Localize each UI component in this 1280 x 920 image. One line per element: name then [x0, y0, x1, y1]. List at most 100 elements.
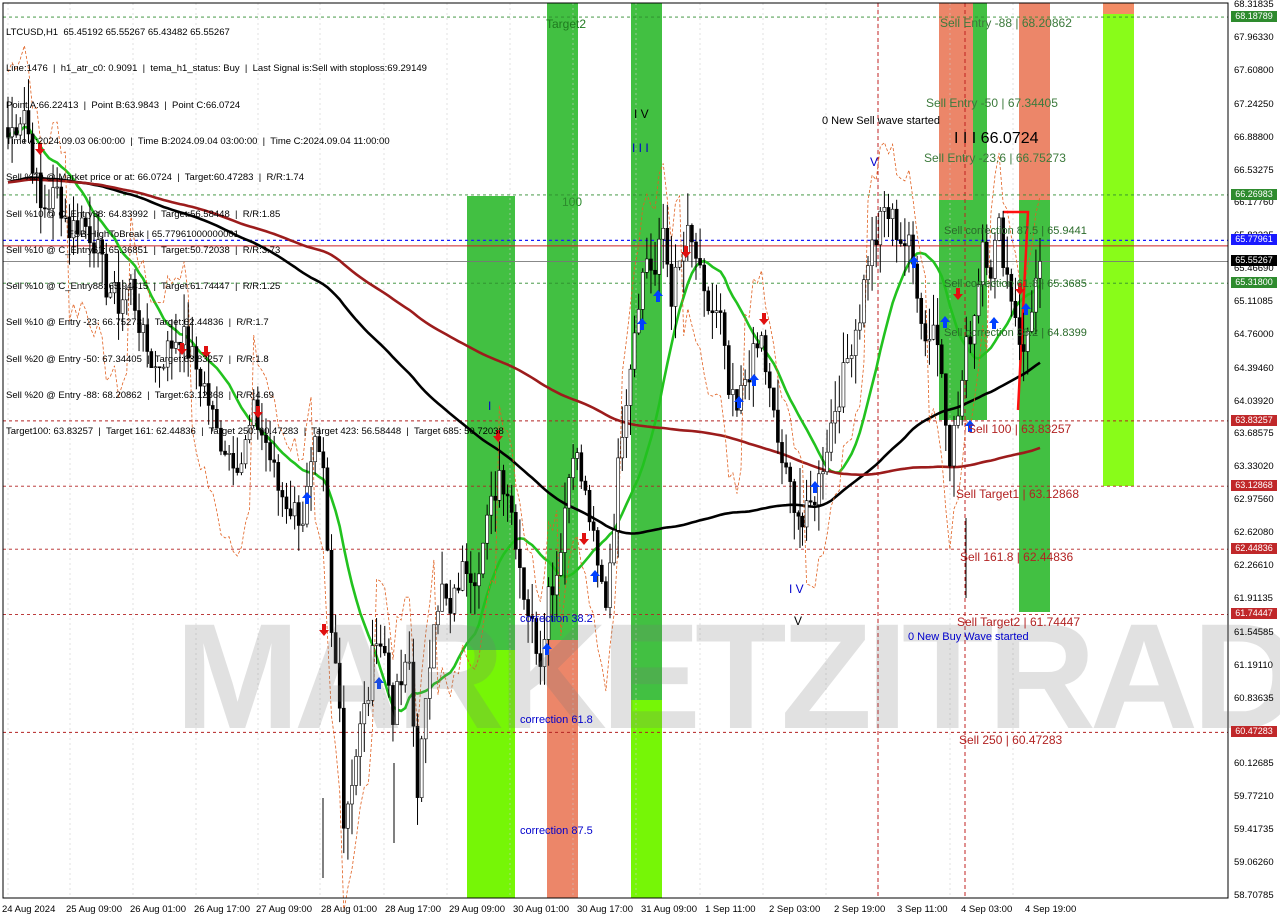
sell-correction-88-label: Sell correction 87.5 | 65.9441 — [944, 225, 1087, 237]
candle-body — [595, 530, 600, 566]
correction-61-label: correction 61.8 — [520, 714, 593, 726]
y-tick-label: 63.68575 — [1234, 428, 1274, 440]
candle-body — [870, 239, 874, 266]
candle-body — [493, 495, 498, 501]
x-tick-label: 25 Aug 09:00 — [66, 904, 122, 915]
candle-body — [829, 422, 833, 453]
candle-body — [296, 502, 301, 526]
candle-body — [612, 530, 616, 564]
info-line: Sell %10 @ C_Entry61: 65.36851 | Target:… — [6, 244, 281, 256]
wave-v-top-label: V — [870, 155, 879, 169]
info-line: Target100: 63.83257 | Target 161: 62.448… — [6, 426, 504, 438]
candle-body — [669, 263, 674, 307]
candle-body — [710, 310, 715, 314]
candle-body — [845, 358, 850, 363]
candle-body — [653, 269, 657, 275]
candle-body — [477, 573, 481, 587]
candle-body — [759, 335, 764, 349]
candle-body — [862, 279, 866, 324]
candle-body — [956, 415, 960, 426]
candle-body — [628, 368, 633, 406]
y-tick-label: 66.53275 — [1234, 164, 1274, 176]
candle-body — [821, 471, 825, 475]
price-tag: 66.26983 — [1231, 188, 1277, 200]
candle-body — [784, 462, 788, 468]
y-tick-label: 62.26610 — [1234, 560, 1274, 572]
correction-38-label: correction 38.2 — [520, 613, 593, 625]
signal-zone — [1103, 3, 1134, 486]
y-tick-label: 61.54585 — [1234, 626, 1274, 638]
candle-body — [866, 265, 870, 281]
y-tick-label: 59.06260 — [1234, 857, 1274, 869]
candle-body — [350, 785, 354, 805]
sell-250-label: Sell 250 | 60.47283 — [959, 733, 1063, 747]
candle-body — [284, 496, 289, 510]
x-tick-label: 1 Sep 11:00 — [705, 904, 756, 915]
candle-body — [878, 211, 883, 246]
y-tick-label: 67.60800 — [1234, 64, 1274, 76]
info-line: Line:1476 | h1_atr_c0: 0.9091 | tema_h1_… — [6, 63, 427, 75]
candle-body — [677, 260, 682, 268]
buy-arrow — [749, 374, 759, 386]
y-tick-label: 61.91135 — [1234, 593, 1273, 604]
y-tick-label: 62.97560 — [1234, 494, 1274, 506]
y-tick-label: 60.83635 — [1234, 692, 1274, 704]
candle-body — [505, 493, 510, 497]
info-line: Point A:66.22413 | Point B:63.9843 | Poi… — [6, 99, 241, 111]
price-tag: 65.55267 — [1231, 255, 1277, 267]
candle-body — [501, 470, 506, 495]
candle-body — [948, 425, 952, 467]
new-sell-wave-label: 0 New Sell wave started — [822, 115, 940, 127]
price-tag: 60.47283 — [1231, 726, 1277, 738]
info-line: Sell %20 @ Market price or at: 66.0724 |… — [6, 172, 304, 184]
candle-body — [849, 355, 854, 359]
candle-body — [276, 462, 281, 491]
y-tick-label: 67.24250 — [1234, 98, 1274, 110]
candle-body — [939, 344, 944, 375]
candle-body — [559, 552, 563, 576]
candle-body — [890, 208, 895, 219]
candle-body — [657, 238, 661, 275]
price-tag: 65.31800 — [1231, 277, 1277, 289]
candle-body — [272, 459, 276, 463]
candle-body — [808, 500, 813, 503]
x-tick-label: 3 Sep 11:00 — [897, 904, 948, 915]
candle-body — [776, 409, 780, 443]
price-tag: 68.18789 — [1231, 11, 1277, 23]
candle-body — [301, 523, 305, 526]
y-tick-label: 66.88800 — [1234, 131, 1274, 143]
x-tick-label: 26 Aug 17:00 — [194, 904, 250, 915]
info-line: Sell %20 @ Entry -50: 67.34405 | Target:… — [6, 353, 269, 365]
candle-body — [587, 490, 592, 523]
hundred-label: 100 — [562, 195, 583, 209]
y-tick-label: 64.39460 — [1234, 362, 1274, 374]
x-tick-label: 26 Aug 01:00 — [130, 904, 186, 915]
y-tick-label: 59.41735 — [1234, 824, 1274, 836]
candle-body — [702, 264, 706, 292]
candle-body — [923, 323, 928, 342]
x-tick-label: 31 Aug 09:00 — [641, 904, 697, 915]
candle-body — [468, 573, 473, 583]
candle-body — [645, 258, 649, 273]
x-tick-label: 28 Aug 01:00 — [321, 904, 377, 915]
candle-body — [694, 241, 698, 259]
sell-161-label: Sell 161.8 | 62.44836 — [960, 550, 1074, 564]
wave-iv-top-label: I V — [634, 107, 649, 121]
target2-label: Target2 — [546, 17, 587, 31]
info-line: LTCUSD,H1 65.45192 65.55267 65.43482 65.… — [6, 27, 230, 39]
x-tick-label: 2 Sep 19:00 — [834, 904, 886, 915]
wave-c-label: I I I 66.0724 — [954, 130, 1039, 147]
candle-body — [804, 500, 809, 528]
x-tick-label: 27 Aug 09:00 — [256, 904, 312, 915]
candle-body — [706, 290, 711, 312]
candle-body — [960, 380, 964, 417]
sell-correction-61-label: Sell correction 61.8 | 65.3685 — [944, 278, 1087, 290]
x-tick-label: 24 Aug 2024 — [2, 904, 56, 915]
candle-body — [600, 564, 604, 582]
candle-body — [718, 310, 723, 313]
y-tick-label: 67.96330 — [1234, 31, 1274, 43]
candle-body — [743, 379, 747, 386]
price-tag: 65.77961 — [1231, 234, 1277, 246]
candle-body — [227, 453, 231, 455]
candle-body — [731, 389, 735, 395]
